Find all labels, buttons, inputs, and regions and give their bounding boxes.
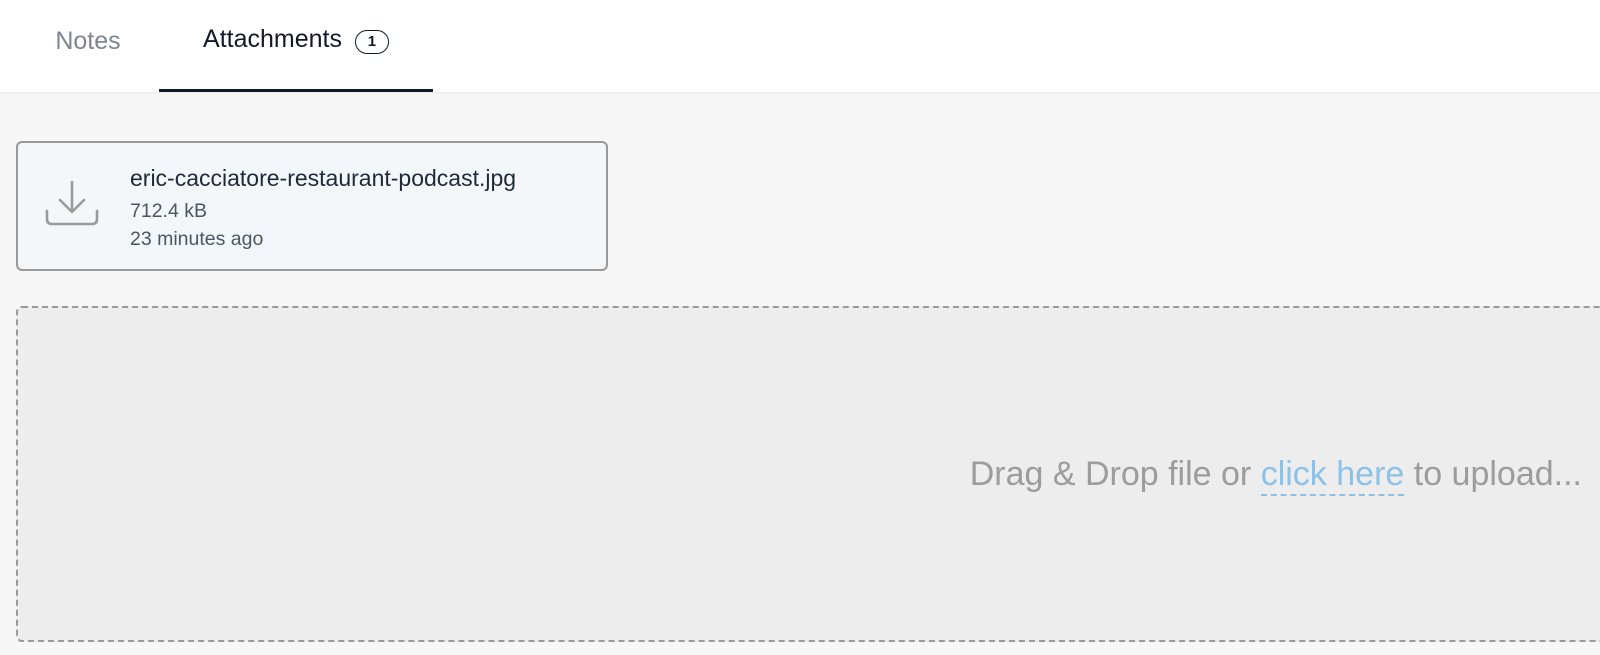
tab-attachments[interactable]: Attachments 1: [159, 0, 433, 92]
dropzone-instructions: Drag & Drop file or click here to upload…: [969, 455, 1582, 496]
attachments-count-badge: 1: [354, 29, 389, 54]
upload-link[interactable]: click here: [1260, 455, 1405, 496]
dropzone-text-after: to upload...: [1404, 455, 1582, 493]
attachment-file-name: eric-cacciatore-restaurant-podcast.jpg: [130, 165, 517, 191]
tab-attachments-label: Attachments: [203, 25, 342, 53]
download-icon: [45, 180, 99, 226]
attachment-card[interactable]: eric-cacciatore-restaurant-podcast.jpg 7…: [16, 141, 608, 271]
attachment-upload-time: 23 minutes ago: [130, 228, 264, 250]
file-dropzone[interactable]: Drag & Drop file or click here to upload…: [16, 306, 1600, 642]
tab-notes[interactable]: Notes: [30, 0, 146, 92]
dropzone-text-before: Drag & Drop file or: [969, 455, 1261, 493]
tab-notes-label: Notes: [55, 26, 121, 55]
attachment-file-size: 712.4 kB: [130, 200, 207, 222]
tab-bar: Notes Attachments 1: [0, 0, 1600, 92]
